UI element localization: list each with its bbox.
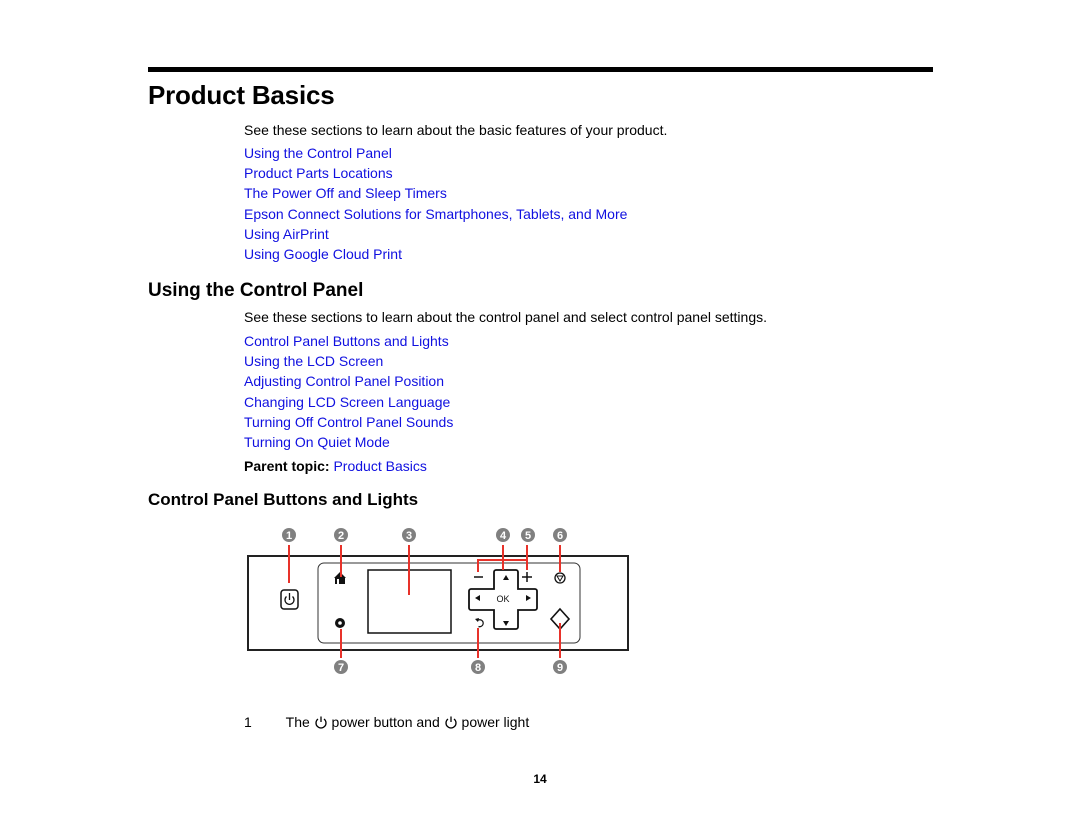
power-icon [445, 716, 457, 729]
link-epson-connect[interactable]: Epson Connect Solutions for Smartphones,… [244, 206, 627, 222]
parent-topic-link[interactable]: Product Basics [333, 458, 426, 474]
page-links: Using the Control Panel Product Parts Lo… [244, 143, 627, 264]
link-google-cloud-print[interactable]: Using Google Cloud Print [244, 246, 402, 262]
callout-text-before: The [285, 714, 310, 730]
control-panel-diagram: OK 1 2 3 4 5 6 7 8 9 [247, 528, 629, 674]
link-changing-lcd-language[interactable]: Changing LCD Screen Language [244, 394, 450, 410]
svg-text:4: 4 [500, 530, 507, 542]
callout-2: 2 [334, 528, 348, 542]
link-product-parts-locations[interactable]: Product Parts Locations [244, 165, 393, 181]
callout-4: 4 [496, 528, 510, 542]
callout-description-1: 1 The power button and power light [244, 714, 529, 730]
section-intro: See these sections to learn about the co… [244, 309, 768, 325]
callout-number: 1 [244, 714, 252, 730]
title-rule [148, 67, 933, 72]
svg-text:5: 5 [525, 530, 531, 542]
parent-topic-label: Parent topic: [244, 458, 330, 474]
svg-text:7: 7 [338, 662, 344, 674]
link-adjusting-panel-position[interactable]: Adjusting Control Panel Position [244, 373, 444, 389]
svg-text:2: 2 [338, 530, 344, 542]
page-intro: See these sections to learn about the ba… [244, 122, 668, 138]
page-number: 14 [533, 772, 547, 786]
subsection-title: Control Panel Buttons and Lights [148, 490, 419, 509]
link-using-lcd-screen[interactable]: Using the LCD Screen [244, 353, 383, 369]
svg-text:8: 8 [475, 662, 481, 674]
link-buttons-and-lights[interactable]: Control Panel Buttons and Lights [244, 333, 449, 349]
parent-topic: Parent topic: Product Basics [244, 458, 427, 474]
callout-1: 1 [282, 528, 296, 542]
link-quiet-mode[interactable]: Turning On Quiet Mode [244, 434, 390, 450]
callout-9: 9 [553, 660, 567, 674]
callout-8: 8 [471, 660, 485, 674]
link-airprint[interactable]: Using AirPrint [244, 226, 329, 242]
callout-5: 5 [521, 528, 535, 542]
callout-3: 3 [402, 528, 416, 542]
callout-7: 7 [334, 660, 348, 674]
svg-text:3: 3 [406, 530, 412, 542]
power-button [280, 589, 299, 610]
page-title: Product Basics [148, 80, 335, 110]
svg-text:9: 9 [557, 662, 563, 674]
svg-text:6: 6 [557, 530, 563, 542]
status-light-icon [335, 618, 345, 628]
callout-text-middle: power button and [331, 714, 440, 730]
callout-text-after: power light [461, 714, 530, 730]
power-icon [315, 716, 327, 729]
section-links: Control Panel Buttons and Lights Using t… [244, 331, 453, 452]
callout-6: 6 [553, 528, 567, 542]
section-title: Using the Control Panel [148, 280, 364, 301]
ok-label: OK [496, 594, 509, 604]
link-turning-off-sounds[interactable]: Turning Off Control Panel Sounds [244, 414, 453, 430]
link-power-off-sleep-timers[interactable]: The Power Off and Sleep Timers [244, 185, 447, 201]
svg-text:1: 1 [286, 530, 292, 542]
link-using-control-panel[interactable]: Using the Control Panel [244, 145, 392, 161]
